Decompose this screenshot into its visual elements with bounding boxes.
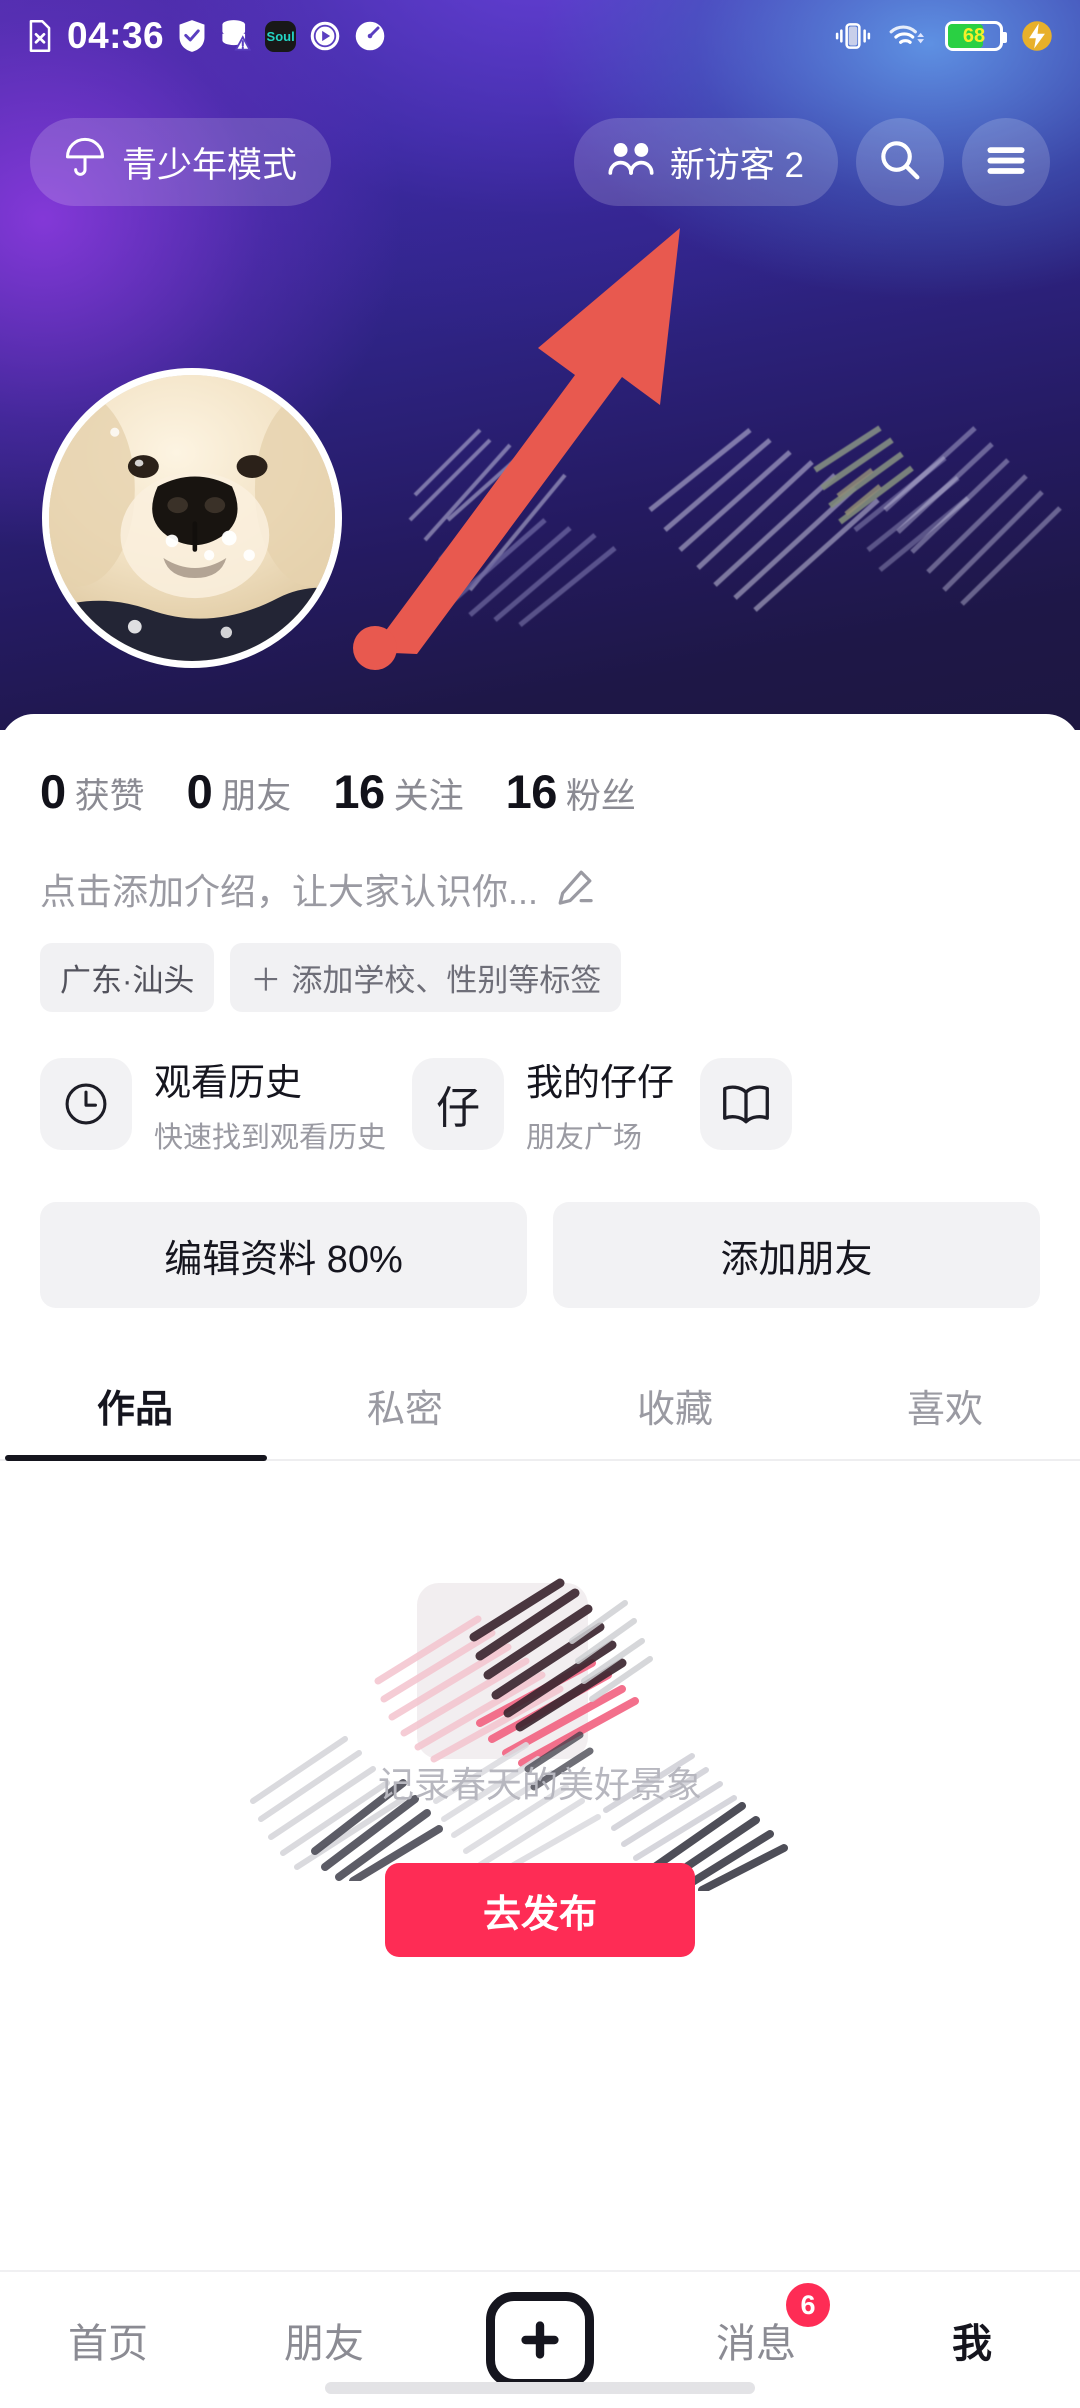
- content-tabs: 作品 私密 收藏 喜欢: [0, 1362, 1080, 1461]
- status-bar-time: 04:36: [67, 15, 165, 56]
- tab-likes[interactable]: 喜欢: [810, 1362, 1080, 1459]
- tab-works-label: 作品: [96, 1389, 173, 1431]
- stat-following[interactable]: 16 关注: [333, 764, 463, 819]
- add-friend-label: 添加朋友: [720, 1238, 873, 1281]
- new-visitors-label: 新访客 2: [669, 145, 804, 185]
- stat-likes[interactable]: 0 获赞: [40, 764, 145, 819]
- tag-location[interactable]: 广东·汕头: [40, 943, 215, 1012]
- zai-char-icon: 仔: [412, 1058, 505, 1150]
- status-bar: 04:36 Soul 68: [0, 0, 1080, 72]
- pencil-icon[interactable]: [554, 866, 596, 913]
- tab-likes-label: 喜欢: [906, 1389, 983, 1431]
- add-friend-button[interactable]: 添加朋友: [553, 1202, 1040, 1308]
- banner-scribble-right: [883, 426, 1062, 606]
- teen-mode-label: 青少年模式: [122, 145, 298, 185]
- shield-check-icon: [177, 19, 207, 53]
- bottom-navigation-bar: 首页 朋友 消息 6 我: [0, 2270, 1080, 2408]
- tab-private-label: 私密: [366, 1389, 443, 1431]
- new-visitors-button[interactable]: 新访客 2: [573, 118, 838, 206]
- vibrate-icon: [835, 21, 871, 51]
- publish-button[interactable]: 去发布: [385, 1863, 695, 1957]
- soul-app-icon: Soul: [265, 20, 297, 52]
- speed-meter-icon: [354, 20, 386, 52]
- hamburger-menu-icon: [984, 142, 1028, 183]
- home-indicator: [325, 2382, 755, 2394]
- nav-item-messages-text: 消息: [716, 2322, 796, 2366]
- nav-item-friends-label: 朋友: [284, 2322, 364, 2366]
- quick-card-my-zaizai-title: 我的仔仔: [526, 1062, 675, 1103]
- banner-scribble-left: [408, 428, 617, 627]
- tag-location-label: 广东·汕头: [60, 963, 195, 998]
- battery-icon: 68: [945, 21, 1007, 51]
- stat-friends-value: 0: [186, 765, 213, 818]
- nav-item-home[interactable]: 首页: [0, 2272, 216, 2408]
- quick-card-watch-history[interactable]: 观看历史 快速找到观看历史: [40, 1052, 386, 1156]
- nav-item-me[interactable]: 我: [864, 2272, 1080, 2408]
- tag-add-more[interactable]: ＋ 添加学校、性别等标签: [230, 943, 622, 1012]
- tab-works[interactable]: 作品: [0, 1362, 270, 1459]
- umbrella-icon: [64, 137, 106, 188]
- stat-followers-value: 16: [505, 765, 558, 818]
- search-button[interactable]: [856, 118, 944, 206]
- plus-create-icon[interactable]: [486, 2292, 594, 2388]
- tag-add-more-label: 添加学校、性别等标签: [291, 963, 602, 998]
- banner-action-row: 青少年模式 新访客 2: [0, 108, 1080, 216]
- stat-followers-label: 粉丝: [565, 777, 636, 816]
- clock-icon: [40, 1058, 132, 1150]
- bio-placeholder: 点击添加介绍，让大家认识你...: [40, 871, 539, 912]
- profile-content-sheet: 0 获赞 0 朋友 16 关注 16 粉丝 点击添加介绍，让大家认识你... 广…: [0, 714, 1080, 2274]
- stat-friends-label: 朋友: [221, 777, 292, 816]
- stat-likes-label: 获赞: [74, 777, 145, 816]
- quick-card-my-zaizai-subtitle: 朋友广场: [526, 1122, 643, 1154]
- tab-favorites-label: 收藏: [636, 1389, 713, 1431]
- publish-button-label: 去发布: [482, 1893, 597, 1936]
- menu-button[interactable]: [962, 118, 1050, 206]
- stat-friends[interactable]: 0 朋友: [187, 764, 292, 819]
- sim-card-off-icon: [26, 19, 54, 53]
- avatar[interactable]: [42, 368, 342, 668]
- database-warning-icon: [220, 19, 252, 53]
- messages-badge: 6: [786, 2283, 830, 2327]
- profile-action-buttons: 编辑资料 80% 添加朋友: [0, 1156, 1080, 1308]
- plus-icon: ＋: [250, 963, 282, 998]
- bio-row[interactable]: 点击添加介绍，让大家认识你...: [0, 819, 1080, 915]
- fast-charge-icon: [1020, 19, 1054, 53]
- quick-card-watch-history-title: 观看历史: [154, 1062, 302, 1103]
- tab-favorites[interactable]: 收藏: [540, 1362, 810, 1459]
- golden-retriever-puppy-avatar: [49, 375, 335, 661]
- nav-item-me-label: 我: [952, 2322, 992, 2366]
- stat-likes-value: 0: [40, 765, 66, 818]
- nav-item-home-label: 首页: [68, 2322, 148, 2366]
- edit-profile-label: 编辑资料 80%: [164, 1238, 403, 1281]
- empty-works-state: 记录春天的美好景象 去发布: [0, 1461, 1080, 2061]
- quick-action-cards: 观看历史 快速找到观看历史 仔 我的仔仔 朋友广场: [0, 1012, 1080, 1156]
- profile-tags-row: 广东·汕头 ＋ 添加学校、性别等标签: [0, 915, 1080, 1012]
- quick-card-third-partial[interactable]: [700, 1052, 793, 1156]
- empty-state-illustration: [250, 1578, 820, 1911]
- quick-card-my-zaizai[interactable]: 仔 我的仔仔 朋友广场: [412, 1052, 674, 1156]
- edit-profile-button[interactable]: 编辑资料 80%: [40, 1202, 527, 1308]
- nav-item-messages-label: 消息 6: [716, 2283, 830, 2369]
- teen-mode-button[interactable]: 青少年模式: [30, 118, 332, 206]
- book-icon: [700, 1058, 793, 1150]
- tab-private[interactable]: 私密: [270, 1362, 540, 1459]
- stat-followers[interactable]: 16 粉丝: [506, 764, 636, 819]
- empty-state-caption: 记录春天的美好景象: [377, 1764, 702, 1805]
- stat-following-label: 关注: [393, 777, 464, 816]
- play-circle-icon: [309, 20, 341, 52]
- profile-stats-row: 0 获赞 0 朋友 16 关注 16 粉丝: [0, 714, 1080, 819]
- wifi-icon: [888, 21, 928, 51]
- battery-percent: 68: [962, 25, 986, 47]
- search-icon: [877, 137, 923, 188]
- stat-following-value: 16: [333, 765, 385, 818]
- quick-card-watch-history-subtitle: 快速找到观看历史: [154, 1122, 387, 1154]
- profile-banner[interactable]: 04:36 Soul 68 青少年模式 新访客 2: [0, 0, 1080, 730]
- people-icon: [608, 139, 654, 186]
